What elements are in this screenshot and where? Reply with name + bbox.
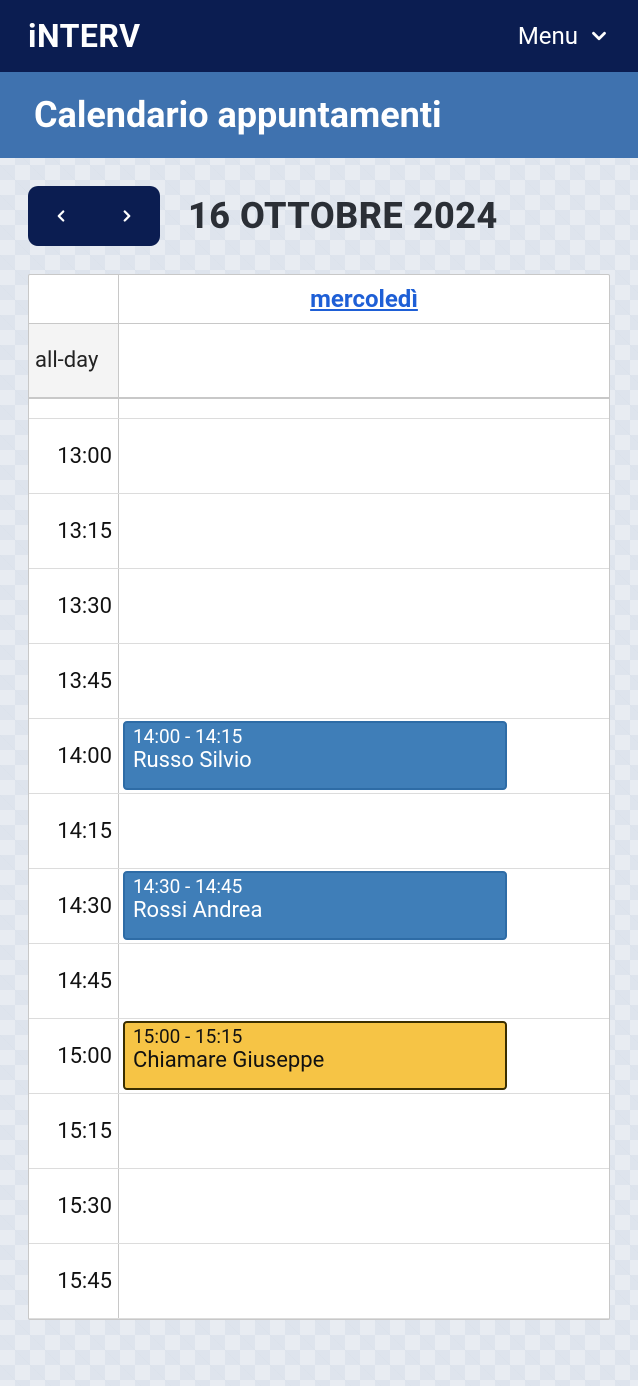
top-navbar: iNTERV Menu	[0, 0, 638, 72]
calendar-event[interactable]: 14:30 - 14:45Rossi Andrea	[123, 871, 507, 940]
time-grid: 13:00 13:15 13:30 13:45 14:00 14:15	[29, 399, 609, 1319]
event-title: Rossi Andrea	[133, 898, 497, 924]
header-time-spacer	[29, 275, 119, 323]
content-area: 16 OTTOBRE 2024 mercoledì all-day 13:00 …	[0, 158, 638, 1320]
time-label: 13:15	[29, 494, 119, 568]
date-navigation: 16 OTTOBRE 2024	[28, 186, 610, 246]
time-row: 13:45	[29, 644, 609, 719]
time-cell[interactable]	[119, 1169, 609, 1243]
next-day-button[interactable]	[94, 186, 160, 246]
time-cell[interactable]	[119, 419, 609, 493]
menu-label: Menu	[518, 22, 578, 50]
time-label: 14:30	[29, 869, 119, 943]
time-row: 14:45	[29, 944, 609, 1019]
time-label: 15:15	[29, 1094, 119, 1168]
time-label-empty	[29, 399, 119, 418]
time-label: 15:30	[29, 1169, 119, 1243]
chevron-left-icon	[52, 202, 70, 230]
allday-cell[interactable]	[119, 324, 609, 397]
calendar-event[interactable]: 14:00 - 14:15Russo Silvio	[123, 721, 507, 790]
time-row: 15:45	[29, 1244, 609, 1319]
menu-button[interactable]: Menu	[518, 22, 610, 50]
time-label: 13:30	[29, 569, 119, 643]
current-date: 16 OTTOBRE 2024	[188, 195, 498, 237]
time-cell[interactable]	[119, 1244, 609, 1318]
time-label: 15:45	[29, 1244, 119, 1318]
event-time: 14:30 - 14:45	[133, 877, 497, 898]
time-row: 15:15	[29, 1094, 609, 1169]
time-row-partial-top	[29, 399, 609, 419]
chevron-down-icon	[588, 25, 610, 47]
date-nav-buttons	[28, 186, 160, 246]
time-label: 14:15	[29, 794, 119, 868]
time-cell[interactable]	[119, 644, 609, 718]
time-label: 14:45	[29, 944, 119, 1018]
time-label: 15:00	[29, 1019, 119, 1093]
time-row: 13:15	[29, 494, 609, 569]
allday-label: all-day	[29, 324, 119, 397]
time-row: 14:15	[29, 794, 609, 869]
time-label: 13:45	[29, 644, 119, 718]
page-title-bar: Calendario appuntamenti	[0, 72, 638, 158]
time-cell[interactable]	[119, 494, 609, 568]
calendar: mercoledì all-day 13:00 13:15 13:30	[28, 274, 610, 1320]
brand-logo: iNTERV	[28, 17, 141, 55]
time-cell[interactable]	[119, 1094, 609, 1168]
calendar-header-row: mercoledì	[29, 275, 609, 324]
calendar-event[interactable]: 15:00 - 15:15Chiamare Giuseppe	[123, 1021, 507, 1090]
day-header-link[interactable]: mercoledì	[310, 285, 418, 313]
prev-day-button[interactable]	[28, 186, 94, 246]
event-time: 14:00 - 14:15	[133, 727, 497, 748]
page-title: Calendario appuntamenti	[34, 94, 442, 136]
time-cell[interactable]	[119, 569, 609, 643]
time-label: 13:00	[29, 419, 119, 493]
time-cell[interactable]	[119, 944, 609, 1018]
event-title: Chiamare Giuseppe	[133, 1048, 497, 1074]
allday-row: all-day	[29, 324, 609, 399]
event-title: Russo Silvio	[133, 748, 497, 774]
event-time: 15:00 - 15:15	[133, 1027, 497, 1048]
time-row: 15:30	[29, 1169, 609, 1244]
day-header: mercoledì	[119, 275, 609, 323]
time-cell[interactable]	[119, 794, 609, 868]
time-label: 14:00	[29, 719, 119, 793]
chevron-right-icon	[118, 202, 136, 230]
time-row: 13:30	[29, 569, 609, 644]
time-cell[interactable]	[119, 399, 609, 418]
time-row: 13:00	[29, 419, 609, 494]
